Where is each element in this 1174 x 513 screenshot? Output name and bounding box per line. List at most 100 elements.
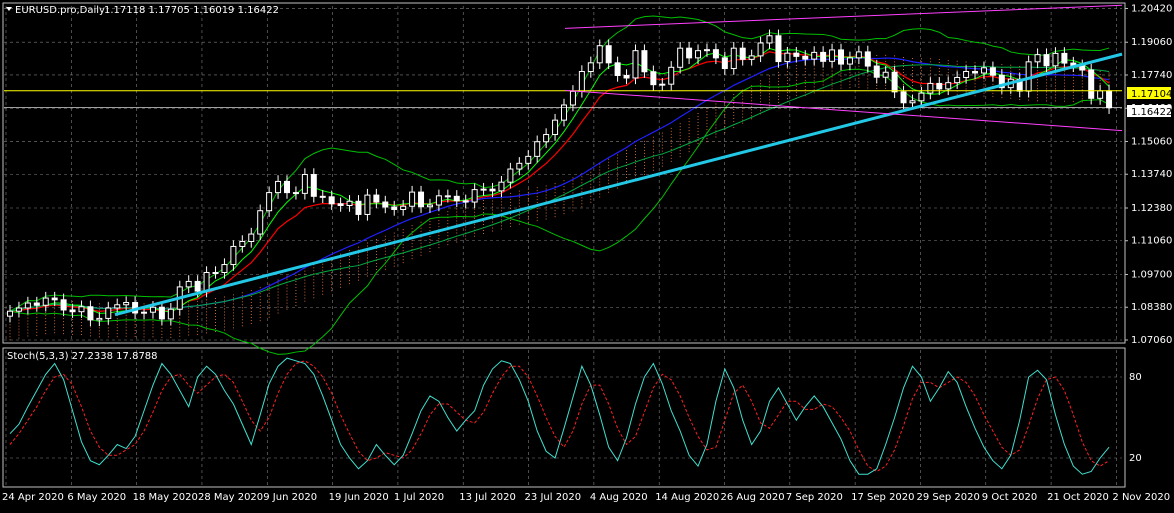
candle-up bbox=[105, 307, 112, 319]
price-tick-label: 1.09700 bbox=[1131, 269, 1172, 280]
candle-up bbox=[677, 47, 684, 68]
current-price-text: 1.17104 bbox=[1131, 89, 1172, 100]
candle-up bbox=[364, 194, 371, 215]
candle-down bbox=[51, 297, 58, 301]
candle-down bbox=[793, 52, 800, 57]
candle-up bbox=[1034, 54, 1041, 63]
candle-up bbox=[230, 245, 237, 266]
candle-up bbox=[42, 297, 49, 306]
candle-down bbox=[873, 65, 880, 78]
candle-down bbox=[820, 51, 827, 62]
candle-down bbox=[355, 200, 362, 215]
candle-up bbox=[7, 310, 13, 317]
bollinger-lower bbox=[9, 68, 1110, 355]
channel-lower-line bbox=[564, 89, 1123, 132]
candle-up bbox=[757, 42, 764, 57]
candle-up bbox=[543, 134, 550, 143]
candle-up bbox=[275, 180, 282, 194]
price-tick-label: 1.17740 bbox=[1131, 70, 1172, 81]
candle-up bbox=[909, 100, 916, 104]
time-tick-label: 21 Oct 2020 bbox=[1047, 492, 1109, 503]
stochastic-layer bbox=[9, 357, 1110, 475]
time-tick-label: 28 May 2020 bbox=[198, 492, 263, 503]
bollinger-upper bbox=[9, 15, 1110, 312]
time-tick-label: 6 May 2020 bbox=[67, 492, 126, 503]
dropdown-triangle-icon[interactable] bbox=[6, 7, 12, 11]
candle-down bbox=[989, 67, 996, 76]
candle-down bbox=[802, 55, 809, 60]
time-axis: 24 Apr 2020 6 May 2020 18 May 2020 28 May 2… bbox=[2, 492, 1170, 503]
candle-up bbox=[185, 280, 192, 288]
candle-up bbox=[346, 200, 353, 207]
candle-up bbox=[927, 82, 934, 94]
candle-up bbox=[257, 210, 264, 235]
candle-up bbox=[498, 181, 505, 192]
candle-up bbox=[918, 92, 925, 102]
time-tick-label: 1 Jul 2020 bbox=[394, 492, 444, 503]
candle-up bbox=[114, 304, 121, 309]
candle-up bbox=[239, 240, 246, 247]
time-tick-label: 19 Jun 2020 bbox=[329, 492, 389, 503]
trend-line bbox=[114, 52, 1123, 317]
candle-down bbox=[69, 309, 76, 313]
candle-up bbox=[435, 195, 442, 206]
candle-down bbox=[462, 200, 469, 203]
candle-up bbox=[748, 55, 755, 60]
time-tick-label: 9 Jun 2020 bbox=[263, 492, 317, 503]
candle-down bbox=[391, 206, 398, 210]
chart-svg[interactable]: 1.204201.190601.177401.164001.150601.137… bbox=[0, 0, 1174, 509]
candle-down bbox=[838, 49, 844, 65]
candle-up bbox=[855, 51, 862, 59]
time-tick-label: 18 May 2020 bbox=[133, 492, 198, 503]
candle-up bbox=[221, 264, 228, 274]
price-axis: 1.204201.190601.177401.164001.150601.137… bbox=[1125, 3, 1172, 464]
candle-down bbox=[1088, 69, 1095, 99]
candle-up bbox=[167, 308, 174, 320]
price-tick-label: 1.15060 bbox=[1131, 136, 1172, 147]
candle-down bbox=[337, 203, 344, 207]
drawn-lines bbox=[4, 4, 1123, 317]
candles-layer bbox=[7, 29, 1113, 327]
bid-price-text: 1.16422 bbox=[1131, 107, 1172, 118]
candle-up bbox=[811, 51, 818, 60]
candle-down bbox=[721, 57, 728, 70]
candle-down bbox=[623, 74, 630, 79]
candle-up bbox=[882, 71, 889, 78]
indicator-lines bbox=[9, 15, 1110, 355]
candle-down bbox=[739, 47, 746, 60]
candle-up bbox=[784, 52, 791, 63]
time-tick-label: 23 Jul 2020 bbox=[525, 492, 582, 503]
stoch-level-label: 20 bbox=[1129, 453, 1142, 464]
candle-down bbox=[444, 195, 451, 198]
candle-down bbox=[284, 180, 290, 194]
candle-up bbox=[534, 141, 541, 157]
candle-down bbox=[158, 306, 165, 320]
candle-up bbox=[141, 311, 148, 314]
trading-chart-window: 1.204201.190601.177401.164001.150601.137… bbox=[0, 0, 1174, 509]
candle-down bbox=[712, 49, 719, 59]
candle-up bbox=[632, 50, 639, 79]
candle-up bbox=[587, 62, 594, 73]
time-tick-label: 7 Sep 2020 bbox=[786, 492, 843, 503]
candle-up bbox=[1052, 52, 1059, 67]
candle-down bbox=[864, 51, 871, 67]
candle-up bbox=[1097, 90, 1104, 99]
candle-down bbox=[1106, 90, 1113, 109]
candle-up bbox=[426, 204, 433, 208]
candle-up bbox=[963, 71, 970, 78]
candle-up bbox=[123, 302, 130, 306]
price-tick-label: 1.13740 bbox=[1131, 169, 1172, 180]
candle-down bbox=[900, 91, 907, 104]
candle-up bbox=[846, 57, 853, 65]
stoch-label: Stoch(5,3,3) 27.2338 17.8788 bbox=[7, 351, 158, 362]
price-tick-label: 1.07060 bbox=[1131, 335, 1172, 346]
candle-down bbox=[382, 201, 389, 208]
candle-up bbox=[569, 90, 576, 106]
candle-up bbox=[400, 205, 407, 210]
candle-down bbox=[489, 188, 496, 192]
candle-up bbox=[471, 189, 478, 203]
candle-up bbox=[15, 307, 22, 312]
candle-down bbox=[33, 302, 40, 306]
candle-down bbox=[87, 306, 94, 321]
candle-down bbox=[614, 62, 621, 76]
